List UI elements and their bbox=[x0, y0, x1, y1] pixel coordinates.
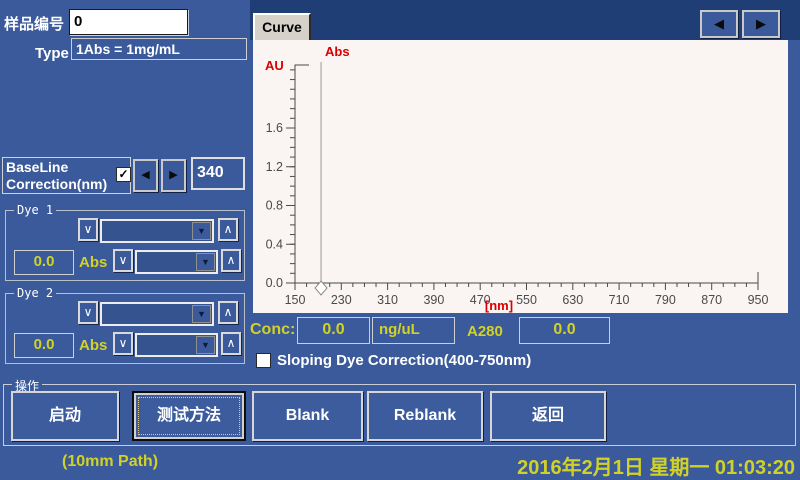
path-length-label: (10mm Path) bbox=[62, 453, 158, 471]
y-tick-label: 1.2 bbox=[266, 160, 283, 174]
x-tick-label: 790 bbox=[655, 293, 676, 307]
chevron-up-icon: ∧ bbox=[227, 253, 236, 267]
dye2-analysis-combo[interactable]: ▼ bbox=[135, 333, 218, 357]
dye1-wavelength-combo[interactable]: ▼ bbox=[100, 219, 214, 243]
dye1-abs-value: 0.0 bbox=[14, 250, 74, 275]
chevron-down-icon: ∨ bbox=[84, 222, 93, 236]
dye1-abs-label: Abs bbox=[79, 254, 107, 271]
dropdown-arrow-icon[interactable]: ▼ bbox=[192, 305, 211, 323]
scroll-right-button[interactable]: ▶ bbox=[742, 10, 780, 38]
dye2-group: Dye 2 ∨ ▼ ∧ 0.0 Abs ∨ ▼ ∧ bbox=[5, 293, 245, 364]
x-tick-label: 230 bbox=[331, 293, 352, 307]
dropdown-arrow-icon[interactable]: ▼ bbox=[196, 253, 215, 271]
absorbance-chart: 0.00.40.81.21.61502303103904705506307107… bbox=[253, 40, 788, 313]
y-axis-label: AU bbox=[265, 58, 284, 73]
x-tick-label: 950 bbox=[748, 293, 769, 307]
sample-number-input[interactable]: 0 bbox=[69, 9, 188, 35]
dye2-analysis-down-button[interactable]: ∨ bbox=[113, 332, 133, 355]
absorbance-chart-svg: 0.00.40.81.21.61502303103904705506307107… bbox=[253, 40, 788, 313]
x-tick-label: 630 bbox=[562, 293, 583, 307]
dye1-analysis-up-button[interactable]: ∧ bbox=[221, 249, 241, 272]
dye2-wavelength-combo[interactable]: ▼ bbox=[100, 302, 214, 326]
x-tick-label: 390 bbox=[423, 293, 444, 307]
reblank-button[interactable]: Reblank bbox=[367, 391, 483, 441]
x-tick-label: 870 bbox=[701, 293, 722, 307]
x-tick-label: 550 bbox=[516, 293, 537, 307]
dye1-wavelength-up-button[interactable]: ∧ bbox=[218, 218, 238, 241]
chevron-down-icon: ∨ bbox=[84, 305, 93, 319]
x-tick-label: 310 bbox=[377, 293, 398, 307]
dye2-abs-label: Abs bbox=[79, 337, 107, 354]
dye2-analysis-up-button[interactable]: ∧ bbox=[221, 332, 241, 355]
y-tick-label: 0.4 bbox=[266, 237, 283, 251]
y-tick-label: 0.8 bbox=[266, 199, 283, 213]
baseline-increase-button[interactable]: ▶ bbox=[161, 159, 186, 192]
sloping-dye-checkbox[interactable] bbox=[256, 353, 271, 368]
left-arrow-icon: ◀ bbox=[141, 169, 149, 181]
chevron-up-icon: ∧ bbox=[227, 336, 236, 350]
right-arrow-icon: ▶ bbox=[756, 16, 766, 31]
return-button[interactable]: 返回 bbox=[490, 391, 606, 441]
chevron-down-icon: ∨ bbox=[119, 336, 128, 350]
tab-curve[interactable]: Curve bbox=[253, 13, 311, 40]
conc-label: Conc: bbox=[250, 321, 295, 339]
chevron-up-icon: ∧ bbox=[224, 305, 233, 319]
series-label: Abs bbox=[325, 44, 350, 59]
sloping-dye-label: Sloping Dye Correction(400-750nm) bbox=[277, 352, 531, 369]
sample-number-label: 样品编号 bbox=[4, 13, 64, 34]
left-arrow-icon: ◀ bbox=[714, 16, 724, 31]
dropdown-arrow-icon[interactable]: ▼ bbox=[192, 222, 211, 240]
right-arrow-icon: ▶ bbox=[169, 169, 177, 181]
a280-label: A280 bbox=[467, 323, 503, 340]
type-label: Type bbox=[35, 45, 69, 62]
x-tick-label: 150 bbox=[285, 293, 306, 307]
y-tick-label: 1.6 bbox=[266, 121, 283, 135]
dye1-wavelength-down-button[interactable]: ∨ bbox=[78, 218, 98, 241]
chevron-up-icon: ∧ bbox=[224, 222, 233, 236]
type-field[interactable]: 1Abs = 1mg/mL bbox=[71, 38, 247, 60]
datetime-display: 2016年2月1日 星期一 01:03:20 bbox=[517, 451, 795, 480]
x-tick-label: 710 bbox=[609, 293, 630, 307]
chart-tab-strip: Curve ◀ ▶ bbox=[250, 0, 800, 40]
dye1-analysis-down-button[interactable]: ∨ bbox=[113, 249, 133, 272]
x-axis-label: [nm] bbox=[485, 298, 513, 313]
dye2-wavelength-down-button[interactable]: ∨ bbox=[78, 301, 98, 324]
scroll-left-button[interactable]: ◀ bbox=[700, 10, 738, 38]
dye1-group-label: Dye 1 bbox=[14, 203, 56, 217]
blank-button[interactable]: Blank bbox=[252, 391, 363, 441]
baseline-checkbox[interactable]: ✓ bbox=[116, 167, 131, 182]
conc-unit-field[interactable]: ng/uL bbox=[372, 317, 455, 344]
dye1-group: Dye 1 ∨ ▼ ∧ 0.0 Abs ∨ ▼ ∧ bbox=[5, 210, 245, 281]
dye2-group-label: Dye 2 bbox=[14, 286, 56, 300]
action-group: 操作 启动 测试方法 Blank Reblank 返回 bbox=[3, 384, 796, 446]
dye2-wavelength-up-button[interactable]: ∧ bbox=[218, 301, 238, 324]
dye1-analysis-combo[interactable]: ▼ bbox=[135, 250, 218, 274]
test-method-button[interactable]: 测试方法 bbox=[132, 391, 246, 441]
check-icon: ✓ bbox=[118, 167, 128, 181]
dropdown-arrow-icon[interactable]: ▼ bbox=[196, 336, 215, 354]
a280-value: 0.0 bbox=[519, 317, 610, 344]
y-tick-label: 0.0 bbox=[266, 276, 283, 290]
baseline-wavelength-field[interactable]: 340 bbox=[191, 157, 245, 190]
baseline-decrease-button[interactable]: ◀ bbox=[133, 159, 158, 192]
start-button[interactable]: 启动 bbox=[11, 391, 119, 441]
dye2-abs-value: 0.0 bbox=[14, 333, 74, 358]
chevron-down-icon: ∨ bbox=[119, 253, 128, 267]
instrument-screen: 样品编号 0 Type 1Abs = 1mg/mL Curve ◀ ▶ 0.0 0… bbox=[0, 0, 800, 480]
conc-value: 0.0 bbox=[297, 317, 370, 344]
baseline-correction-label: BaseLine Correction(nm) bbox=[2, 157, 131, 194]
